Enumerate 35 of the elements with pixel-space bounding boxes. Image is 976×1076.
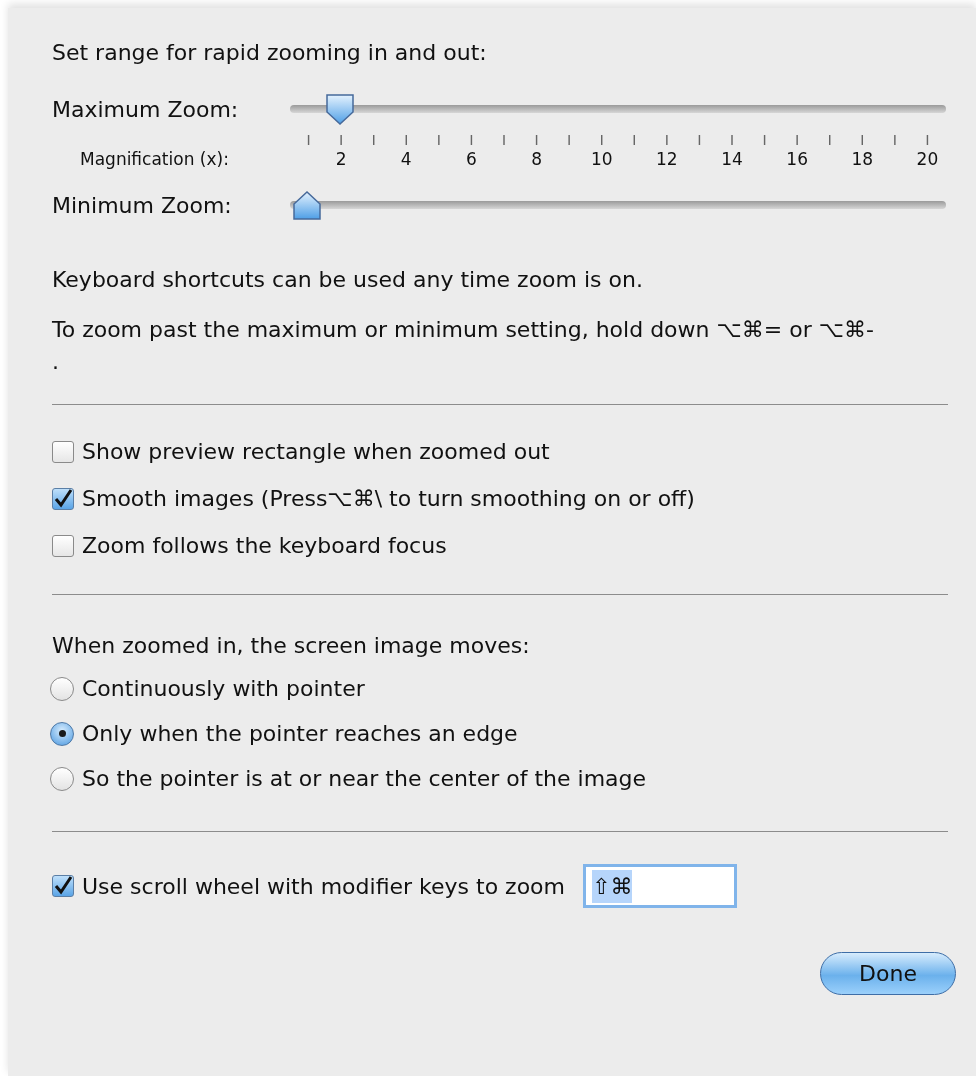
modifier-keys-field[interactable]: ⇧⌘ [583, 864, 737, 908]
tick-label: 6 [466, 148, 477, 171]
radio-label: Only when the pointer reaches an edge [82, 720, 518, 748]
check-icon [53, 876, 73, 896]
tick-label: 4 [400, 148, 412, 171]
section-title: When zoomed in, the screen image moves: [52, 632, 531, 660]
tick-label: 20 [916, 148, 939, 171]
checkbox-label: Smooth images (Press⌥⌘\ to turn smoothing on or off) [82, 485, 695, 513]
tick-label: 8 [531, 148, 542, 171]
radio-label: So the pointer is at or near the center of the image [82, 765, 647, 793]
shortcut-note: Keyboard shortcuts can be used any time zoom is on. [52, 266, 644, 294]
section-title: Set range for rapid zooming in and out: [52, 39, 488, 67]
tick-label: 12 [656, 148, 678, 171]
checkbox-label: Show preview rectangle when zoomed out [82, 438, 550, 466]
check-icon [53, 488, 73, 509]
checkbox[interactable] [52, 440, 74, 463]
magnification-label: Magnification (x): [80, 148, 229, 171]
modifier-keys-value: ⇧⌘ [592, 869, 633, 903]
tick-label: 10 [590, 148, 613, 171]
slider-label: Minimum Zoom: [52, 191, 233, 220]
checkbox[interactable] [52, 875, 74, 897]
slider[interactable] [290, 91, 946, 127]
radio-label: Continuously with pointer [82, 675, 365, 703]
tick-label: 18 [851, 148, 874, 171]
slider-thumb[interactable] [290, 188, 324, 222]
done-button[interactable]: Done [820, 952, 956, 995]
checkbox-label: Zoom follows the keyboard focus [82, 532, 447, 560]
tick-label: 16 [786, 148, 808, 171]
tick-label: 14 [721, 148, 743, 171]
checkbox[interactable] [52, 487, 74, 510]
checkbox[interactable] [52, 534, 74, 557]
slider-label: Maximum Zoom: [52, 95, 240, 124]
checkbox-label: Use scroll wheel with modifier keys to zoom [82, 872, 565, 901]
zoom-past-note: To zoom past the maximum or minimum setting, hold down ⌥⌘= or ⌥⌘- . [52, 316, 876, 376]
tick-label: 2 [335, 148, 347, 171]
